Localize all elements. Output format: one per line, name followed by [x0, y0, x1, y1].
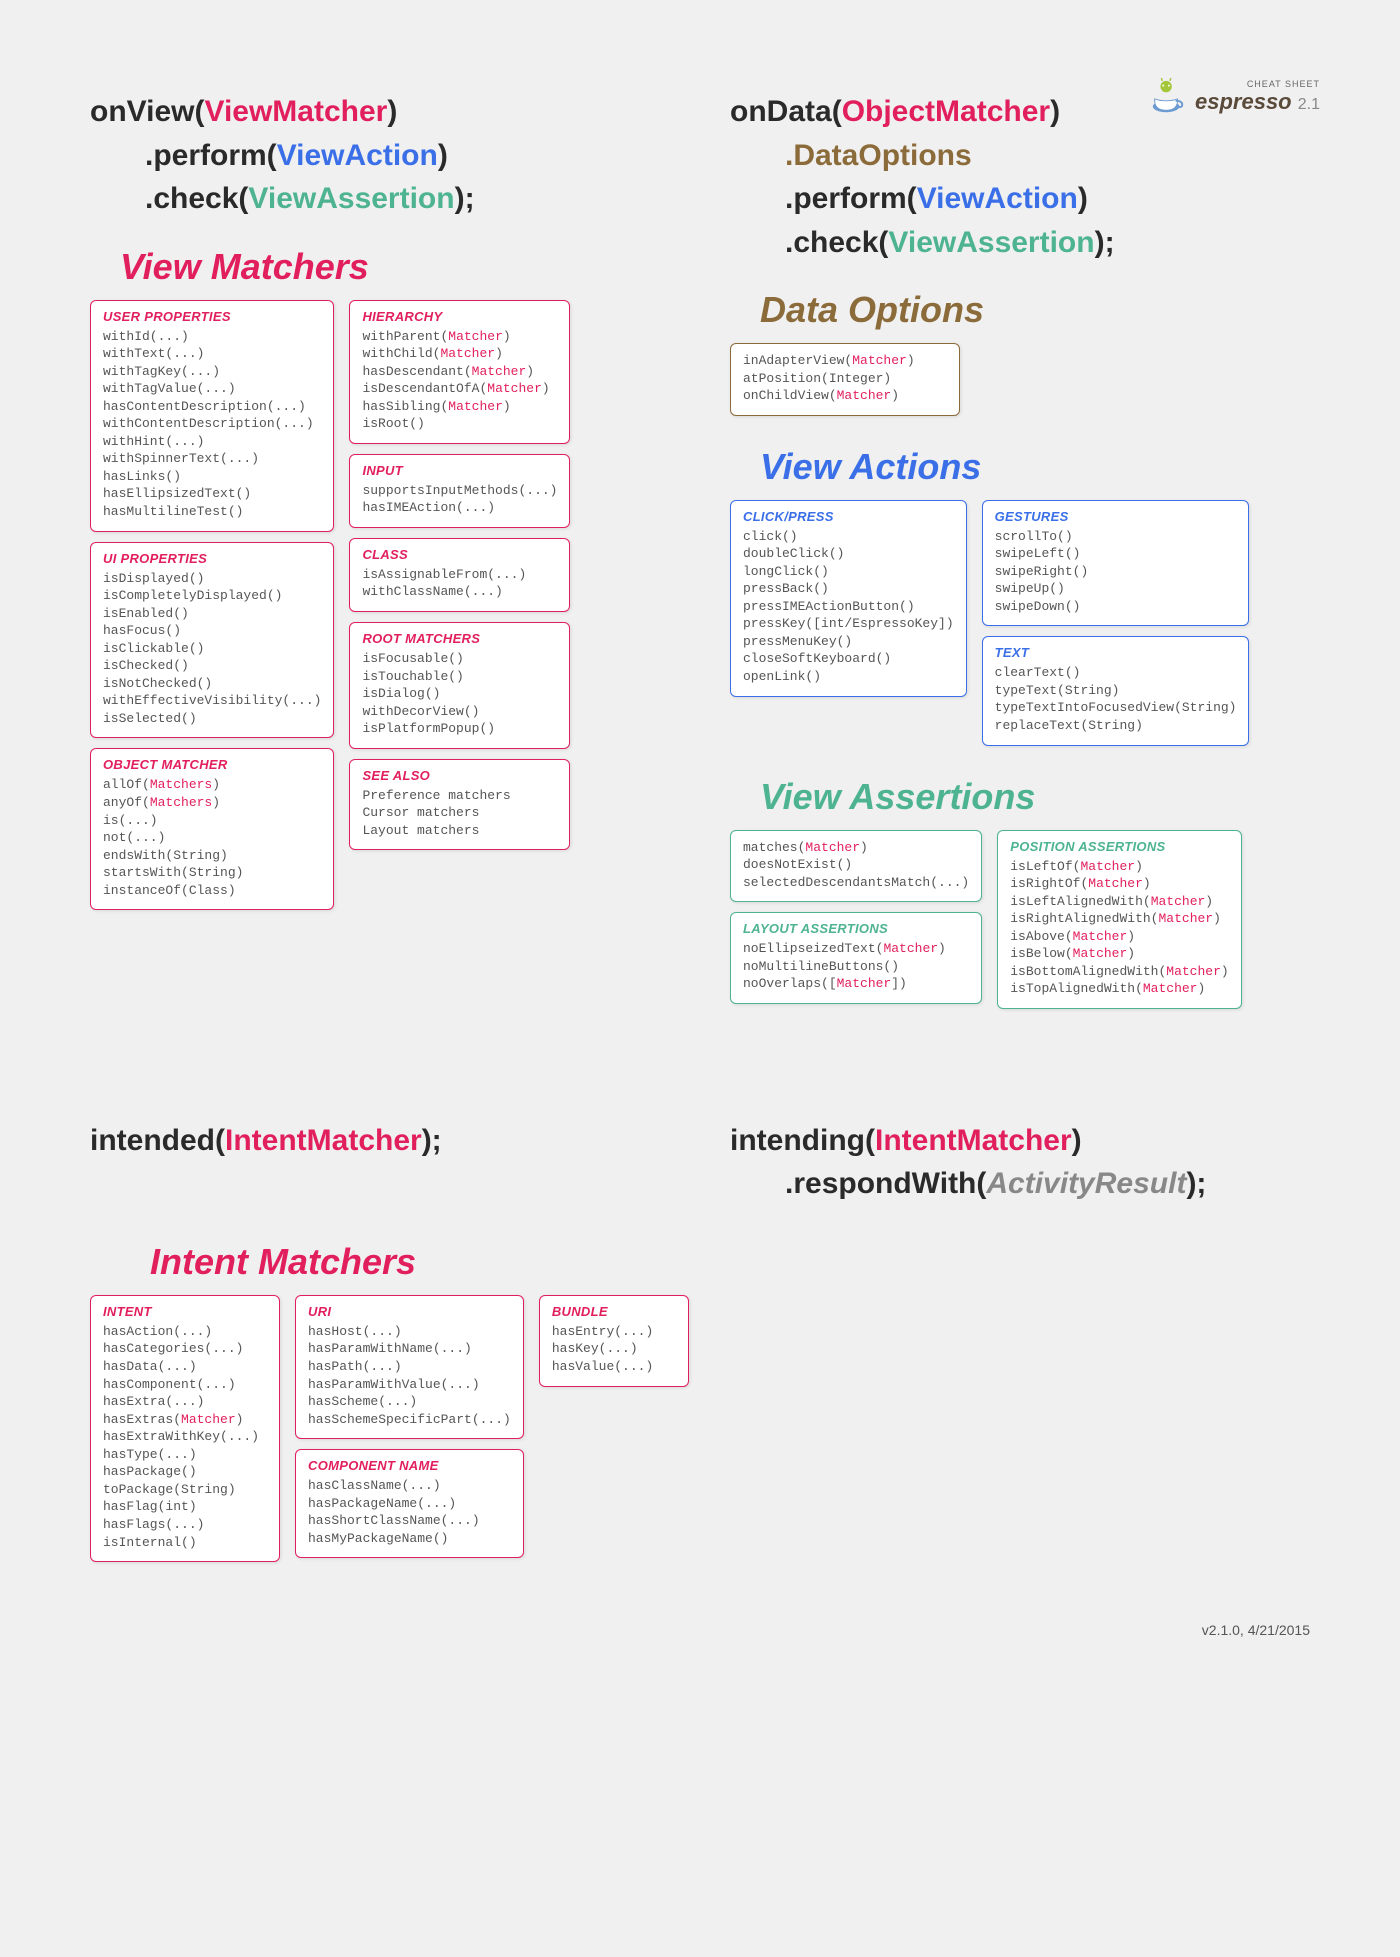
- position-assertions-box: POSITION ASSERTIONS isLeftOf(Matcher) is…: [997, 830, 1242, 1009]
- click-press-box: CLICK/PRESS click() doubleClick() longCl…: [730, 500, 967, 697]
- box-content: isAssignableFrom(...) withClassName(...): [362, 566, 557, 601]
- box-content: scrollTo() swipeLeft() swipeRight() swip…: [995, 528, 1237, 616]
- box-title: CLASS: [362, 547, 557, 562]
- view-matchers-boxes: USER PROPERTIES withId(...) withText(...…: [90, 300, 670, 911]
- component-name-box: COMPONENT NAME hasClassName(...) hasPack…: [295, 1449, 524, 1558]
- hierarchy-box: HIERARCHY withParent(Matcher) withChild(…: [349, 300, 570, 444]
- intending-signature: intending(IntentMatcher) .respondWith(Ac…: [730, 1119, 1310, 1206]
- box-title: OBJECT MATCHER: [103, 757, 321, 772]
- box-title: UI PROPERTIES: [103, 551, 321, 566]
- box-title: TEXT: [995, 645, 1237, 660]
- box-title: ROOT MATCHERS: [362, 631, 557, 646]
- box-content: withParent(Matcher) withChild(Matcher) h…: [362, 328, 557, 433]
- intended-signature: intended(IntentMatcher);: [90, 1119, 670, 1163]
- box-title: SEE ALSO: [362, 768, 557, 783]
- intent-matchers-heading: Intent Matchers: [150, 1241, 1310, 1283]
- box-content: hasAction(...) hasCategories(...) hasDat…: [103, 1323, 267, 1551]
- input-box: INPUT supportsInputMethods(...) hasIMEAc…: [349, 454, 570, 528]
- box-content: hasHost(...) hasParamWithName(...) hasPa…: [308, 1323, 511, 1428]
- view-assertions-heading: View Assertions: [760, 776, 1310, 818]
- data-options-box: inAdapterView(Matcher) atPosition(Intege…: [730, 343, 960, 416]
- box-content: isDisplayed() isCompletelyDisplayed() is…: [103, 570, 321, 728]
- class-box: CLASS isAssignableFrom(...) withClassNam…: [349, 538, 570, 612]
- left-column: onView(ViewMatcher) .perform(ViewAction)…: [90, 90, 670, 1009]
- see-also-box: SEE ALSO Preference matchers Cursor matc…: [349, 759, 570, 851]
- box-content: matches(Matcher) doesNotExist() selected…: [743, 839, 969, 892]
- ondata-signature: onData(ObjectMatcher) .DataOptions .perf…: [730, 90, 1310, 264]
- footer-version: v2.1.0, 4/21/2015: [90, 1622, 1310, 1638]
- user-properties-box: USER PROPERTIES withId(...) withText(...…: [90, 300, 334, 532]
- onview-signature: onView(ViewMatcher) .perform(ViewAction)…: [90, 90, 670, 221]
- bundle-box: BUNDLE hasEntry(...) hasKey(...) hasValu…: [539, 1295, 689, 1387]
- box-content: inAdapterView(Matcher) atPosition(Intege…: [743, 352, 947, 405]
- intent-box: INTENT hasAction(...) hasCategories(...)…: [90, 1295, 280, 1562]
- box-content: isFocusable() isTouchable() isDialog() w…: [362, 650, 557, 738]
- box-content: hasEntry(...) hasKey(...) hasValue(...): [552, 1323, 676, 1376]
- box-title: HIERARCHY: [362, 309, 557, 324]
- brand-name: espresso 2.1: [1195, 89, 1320, 115]
- data-options-heading: Data Options: [760, 289, 1310, 331]
- cheat-sheet-label: CHEAT SHEET: [1195, 79, 1320, 89]
- box-content: hasClassName(...) hasPackageName(...) ha…: [308, 1477, 511, 1547]
- box-content: Preference matchers Cursor matchers Layo…: [362, 787, 557, 840]
- uri-box: URI hasHost(...) hasParamWithName(...) h…: [295, 1295, 524, 1439]
- box-title: USER PROPERTIES: [103, 309, 321, 324]
- layout-assertions-box: LAYOUT ASSERTIONS noEllipseizedText(Matc…: [730, 912, 982, 1004]
- box-content: withId(...) withText(...) withTagKey(...…: [103, 328, 321, 521]
- ui-properties-box: UI PROPERTIES isDisplayed() isCompletely…: [90, 542, 334, 739]
- gestures-box: GESTURES scrollTo() swipeLeft() swipeRig…: [982, 500, 1250, 627]
- object-matcher-box: OBJECT MATCHER allOf(Matchers) anyOf(Mat…: [90, 748, 334, 910]
- box-title: POSITION ASSERTIONS: [1010, 839, 1229, 854]
- box-title: BUNDLE: [552, 1304, 676, 1319]
- right-column: onData(ObjectMatcher) .DataOptions .perf…: [730, 90, 1310, 1009]
- lower-section: intended(IntentMatcher); intending(Inten…: [90, 1119, 1310, 1231]
- box-title: GESTURES: [995, 509, 1237, 524]
- view-actions-heading: View Actions: [760, 446, 1310, 488]
- box-content: clearText() typeText(String) typeTextInt…: [995, 664, 1237, 734]
- root-matchers-box: ROOT MATCHERS isFocusable() isTouchable(…: [349, 622, 570, 749]
- box-title: URI: [308, 1304, 511, 1319]
- box-content: allOf(Matchers) anyOf(Matchers) is(...) …: [103, 776, 321, 899]
- box-content: isLeftOf(Matcher) isRightOf(Matcher) isL…: [1010, 858, 1229, 998]
- box-title: LAYOUT ASSERTIONS: [743, 921, 969, 936]
- logo: CHEAT SHEET espresso 2.1: [1149, 78, 1320, 116]
- box-content: noEllipseizedText(Matcher) noMultilineBu…: [743, 940, 969, 993]
- view-actions-boxes: CLICK/PRESS click() doubleClick() longCl…: [730, 500, 1310, 746]
- assertions-box: matches(Matcher) doesNotExist() selected…: [730, 830, 982, 903]
- text-box: TEXT clearText() typeText(String) typeTe…: [982, 636, 1250, 745]
- box-content: supportsInputMethods(...) hasIMEAction(.…: [362, 482, 557, 517]
- box-content: click() doubleClick() longClick() pressB…: [743, 528, 954, 686]
- top-section: CHEAT SHEET espresso 2.1 onView(ViewMatc…: [90, 90, 1310, 1009]
- view-assertions-boxes: matches(Matcher) doesNotExist() selected…: [730, 830, 1310, 1009]
- intent-matchers-boxes: INTENT hasAction(...) hasCategories(...)…: [90, 1295, 1310, 1562]
- view-matchers-heading: View Matchers: [120, 246, 670, 288]
- espresso-cup-icon: [1149, 78, 1187, 116]
- box-title: INTENT: [103, 1304, 267, 1319]
- box-title: CLICK/PRESS: [743, 509, 954, 524]
- box-title: INPUT: [362, 463, 557, 478]
- box-title: COMPONENT NAME: [308, 1458, 511, 1473]
